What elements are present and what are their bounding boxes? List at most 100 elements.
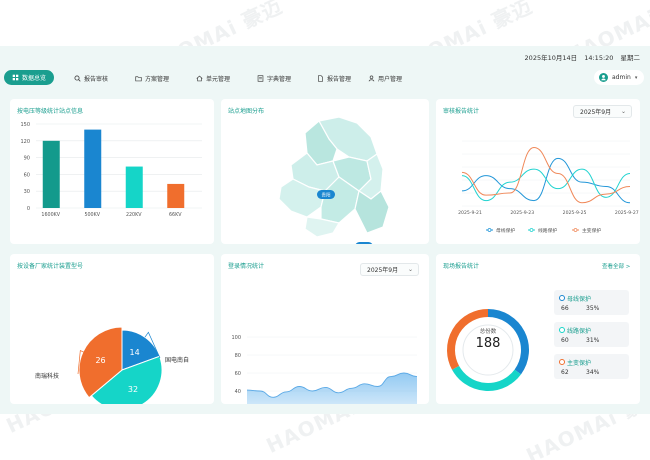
slice-value: 32 (128, 385, 138, 394)
weekday-text: 星期二 (620, 54, 641, 62)
bar (167, 183, 185, 208)
user-avatar-icon (601, 74, 606, 81)
username: admin (612, 74, 631, 81)
y-tick-label: 90 (24, 156, 30, 162)
date-text: 2025年10月14日 (524, 54, 578, 62)
slice-value: 26 (95, 356, 105, 365)
grid-icon (12, 74, 19, 81)
y-tick-label: 0 (27, 206, 30, 212)
time-text: 14:15:20 (584, 54, 614, 62)
stat-count: 62 (561, 369, 569, 376)
y-tick-label: 30 (24, 189, 30, 195)
onsite-card: 现场报告统计 查看全部 > 总份数 188 母线保护 66 35% 线路保护 6… (436, 254, 640, 404)
x-tick-label: 220KV (126, 212, 142, 218)
legend-marker (487, 228, 492, 232)
top-bar: 2025年10月14日 14:15:20 星期二 (0, 46, 650, 68)
y-tick-label: 60 (24, 172, 30, 178)
stat-line: 线路保护 60 31% (554, 322, 629, 347)
dashboard-app: 2025年10月14日 14:15:20 星期二 数据总览 报告审核 方案管理 … (0, 46, 650, 414)
nav-label: 报告审核 (84, 75, 109, 83)
svg-text:贵阳: 贵阳 (322, 192, 331, 199)
map-label: 武隆区 (307, 241, 321, 245)
nav-item-report-review[interactable]: 报告审核 (74, 70, 108, 86)
legend-dot (559, 359, 565, 365)
nav-label: 用户管理 (378, 75, 403, 83)
x-tick-label: 66KV (169, 212, 182, 218)
y-tick-label: 150 (20, 122, 30, 128)
legend-dot (559, 327, 565, 333)
stat-percent: 34% (586, 369, 600, 376)
datetime: 2025年10月14日 14:15:20 星期二 (520, 52, 640, 62)
manufacturer-card: 按设备厂家统计装置型号 143226国电南自长园深瑞南瑞科技 (10, 254, 214, 404)
legend-marker (573, 228, 578, 232)
x-tick-label: 2025-9-27 (615, 210, 639, 216)
nav-label: 方案管理 (145, 75, 170, 83)
nav-label: 字典管理 (267, 75, 292, 83)
user-menu[interactable]: admin ▾ (594, 70, 644, 85)
legend-dot (559, 295, 565, 301)
series-line (461, 168, 631, 202)
home-icon (196, 75, 203, 81)
map-label: 黔江区 (357, 237, 371, 244)
legend-label: 母线保护 (496, 227, 515, 234)
stat-percent: 35% (586, 305, 600, 312)
stat-name: 母线保护 (567, 296, 592, 303)
login-area-chart: 0204060801002025-9-212025-9-232025-9-252… (231, 335, 418, 404)
y-tick-label: 100 (231, 335, 241, 341)
view-all-link[interactable]: 查看全部 > (602, 262, 630, 270)
series-line (461, 146, 631, 204)
x-tick-label: 2025-9-21 (458, 210, 482, 216)
stat-percent: 31% (586, 337, 600, 344)
bar (84, 129, 102, 208)
stat-name: 线路保护 (567, 328, 592, 335)
legend-label: 主变保护 (582, 227, 601, 234)
y-tick-label: 60 (235, 371, 241, 377)
area-fill (247, 373, 417, 404)
x-tick-label: 2025-9-23 (510, 210, 534, 216)
nav-label: 单元管理 (206, 75, 231, 83)
slice-label: 国电南自 (165, 356, 189, 364)
main-nav: 数据总览 报告审核 方案管理 单元管理 字典管理 报告管理 用户管理 (0, 68, 650, 88)
nav-item-unit[interactable]: 单元管理 (196, 70, 230, 86)
region-map: 贵阳 武隆区 黔江区 (278, 116, 390, 245)
slice-label: 南瑞科技 (35, 372, 59, 380)
map-card: 站点地图分布 贵阳 武隆区 黔江区 (221, 99, 429, 244)
chevron-down-icon: ▾ (634, 74, 638, 81)
login-card: 登录情况统计 2025年9月 ⌄ 0204060801002025-9-2120… (221, 254, 429, 404)
folder-icon (135, 75, 142, 81)
bar (42, 140, 60, 208)
stat-busbar: 母线保护 66 35% (554, 290, 629, 315)
nav-item-plan[interactable]: 方案管理 (135, 70, 169, 86)
stat-name: 主变保护 (567, 360, 592, 367)
stat-transformer: 主变保护 62 34% (554, 354, 629, 379)
y-tick-label: 120 (20, 139, 30, 145)
voltage-bar-chart: 0 30 60 90 120 150 1600KV 500KV 220KV 66KV (20, 122, 202, 218)
document-icon (318, 74, 323, 82)
map-marker[interactable]: 贵阳 (317, 190, 335, 199)
slice-value: 14 (130, 348, 140, 357)
nav-label: 报告管理 (327, 75, 352, 83)
book-icon (257, 74, 264, 82)
y-tick-label: 80 (235, 353, 241, 359)
donut-segment (452, 365, 522, 391)
legend-label: 线路保护 (538, 227, 557, 234)
legend-marker (529, 228, 534, 232)
user-icon (368, 75, 375, 81)
review-card: 审核报告统计 2025年9月 ⌄ 2025-9-21 2025-9-23 2025-… (436, 99, 640, 244)
review-line-chart: 2025-9-21 2025-9-23 2025-9-25 2025-9-27 母线保护… (458, 140, 639, 234)
nav-item-report[interactable]: 报告管理 (317, 70, 351, 86)
donut-total-label: 总份数 (479, 329, 497, 335)
avatar (599, 73, 608, 82)
series-line (461, 157, 631, 204)
nav-item-dictionary[interactable]: 字典管理 (257, 70, 291, 86)
voltage-card: 按电压等级统计站点信息 0 30 60 90 120 150 1600KV 500KV 220K… (10, 99, 214, 244)
x-tick-label: 500KV (84, 212, 100, 218)
map-marker[interactable]: 武隆区 (305, 241, 323, 245)
y-tick-label: 40 (235, 389, 241, 395)
map-marker[interactable]: 黔江区 (355, 237, 373, 245)
nav-item-user[interactable]: 用户管理 (368, 70, 402, 86)
search-icon (74, 74, 81, 82)
nav-label: 数据总览 (22, 75, 47, 82)
stat-count: 66 (561, 305, 569, 312)
nav-item-overview[interactable]: 数据总览 (4, 70, 55, 85)
